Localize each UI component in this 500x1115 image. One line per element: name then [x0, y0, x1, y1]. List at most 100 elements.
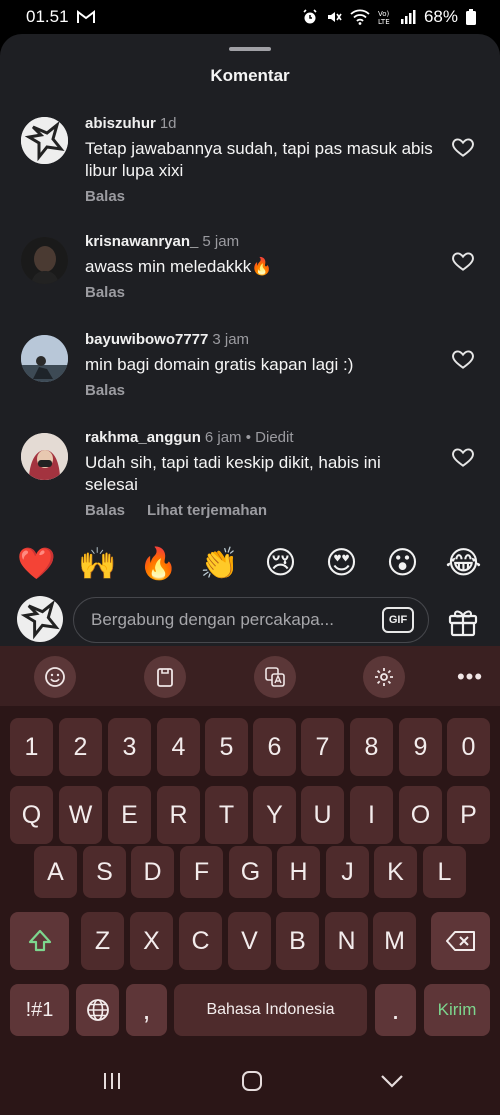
comma-key[interactable]: ,	[126, 984, 167, 1036]
key-r[interactable]: R	[157, 786, 200, 844]
comment-time: 1d	[159, 115, 177, 132]
avatar[interactable]	[21, 117, 68, 164]
avatar[interactable]	[21, 335, 68, 382]
key-q[interactable]: Q	[10, 786, 53, 844]
key-2[interactable]: 2	[59, 718, 102, 776]
reply-button[interactable]: Balas	[85, 382, 125, 399]
alarm-icon	[302, 9, 318, 25]
home-icon[interactable]	[232, 1068, 272, 1094]
reply-button[interactable]: Balas	[85, 188, 125, 205]
key-x[interactable]: X	[130, 912, 173, 970]
backspace-icon	[445, 931, 475, 951]
key-a[interactable]: A	[34, 846, 77, 898]
key-v[interactable]: V	[228, 912, 271, 970]
comment-time: 3 jam	[212, 331, 250, 348]
key-4[interactable]: 4	[157, 718, 200, 776]
period-key[interactable]: .	[375, 984, 416, 1036]
key-5[interactable]: 5	[205, 718, 248, 776]
language-key[interactable]	[76, 984, 119, 1036]
key-1[interactable]: 1	[10, 718, 53, 776]
emoji-icon[interactable]	[34, 656, 76, 698]
clipboard-icon[interactable]	[144, 656, 186, 698]
emoji-heart[interactable]: ❤️	[14, 545, 60, 582]
more-icon[interactable]: •••	[450, 656, 490, 698]
key-9[interactable]: 9	[399, 718, 442, 776]
my-avatar	[17, 596, 63, 642]
avatar[interactable]	[21, 433, 68, 480]
like-heart-icon[interactable]	[450, 346, 476, 372]
battery-percent: 68%	[423, 7, 458, 26]
key-s[interactable]: S	[83, 846, 126, 898]
volte-icon: Vo) LTE	[378, 8, 392, 26]
key-h[interactable]: H	[277, 846, 320, 898]
key-0[interactable]: 0	[447, 718, 490, 776]
comment-username[interactable]: krisnawanryan_	[85, 233, 198, 250]
battery-icon	[466, 9, 476, 25]
avatar[interactable]	[21, 237, 68, 284]
comment-text: Tetap jawabannya sudah, tapi pas masuk a…	[85, 139, 433, 180]
emoji-quick-bar: ❤️ 🙌 🔥 👏 😢 😍 😮 😂	[0, 534, 500, 592]
comment-input-placeholder[interactable]: Bergabung dengan percakapa...	[91, 610, 382, 630]
reply-button[interactable]: Balas	[85, 502, 125, 519]
key-k[interactable]: K	[374, 846, 417, 898]
symbols-key[interactable]: !#1	[10, 984, 69, 1036]
comment-text: Udah sih, tapi tadi keskip dikit, habis …	[85, 453, 381, 494]
emoji-surprised[interactable]: 😮	[380, 545, 426, 581]
emoji-crying[interactable]: 😢	[258, 545, 304, 581]
key-j[interactable]: J	[326, 846, 369, 898]
key-d[interactable]: D	[131, 846, 174, 898]
reply-button[interactable]: Balas	[85, 284, 125, 301]
shift-key[interactable]	[10, 912, 69, 970]
translate-icon[interactable]	[254, 656, 296, 698]
emoji-heart-eyes[interactable]: 😍	[319, 545, 365, 581]
comment-username[interactable]: bayuwibowo7777	[85, 331, 208, 348]
key-6[interactable]: 6	[253, 718, 296, 776]
key-l[interactable]: L	[423, 846, 466, 898]
emoji-fire[interactable]: 🔥	[136, 545, 182, 582]
gift-icon[interactable]	[446, 604, 480, 638]
key-p[interactable]: P	[447, 786, 490, 844]
key-7[interactable]: 7	[301, 718, 344, 776]
emoji-clap[interactable]: 👏	[197, 545, 243, 582]
key-i[interactable]: I	[350, 786, 393, 844]
gmail-icon	[76, 10, 95, 24]
comment-input[interactable]: Bergabung dengan percakapa... GIF	[73, 597, 429, 643]
key-w[interactable]: W	[59, 786, 102, 844]
key-y[interactable]: Y	[253, 786, 296, 844]
key-z[interactable]: Z	[81, 912, 124, 970]
comment-username[interactable]: abiszuhur	[85, 115, 156, 132]
space-key[interactable]: Bahasa Indonesia	[174, 984, 367, 1036]
backspace-key[interactable]	[431, 912, 490, 970]
key-e[interactable]: E	[108, 786, 151, 844]
key-n[interactable]: N	[325, 912, 368, 970]
key-3[interactable]: 3	[108, 718, 151, 776]
emoji-raised-hands[interactable]: 🙌	[75, 545, 121, 582]
key-b[interactable]: B	[276, 912, 319, 970]
see-translation-link[interactable]: Lihat terjemahan	[147, 502, 267, 519]
settings-icon[interactable]	[363, 656, 405, 698]
key-u[interactable]: U	[301, 786, 344, 844]
drag-handle[interactable]	[229, 47, 271, 51]
key-f[interactable]: F	[180, 846, 223, 898]
status-time: 01.51	[26, 7, 69, 26]
key-o[interactable]: O	[399, 786, 442, 844]
recent-apps-icon[interactable]	[92, 1068, 132, 1094]
comment-username[interactable]: rakhma_anggun	[85, 429, 201, 446]
key-g[interactable]: G	[229, 846, 272, 898]
like-heart-icon[interactable]	[450, 248, 476, 274]
edited-label: • Diedit	[245, 429, 294, 446]
key-c[interactable]: C	[179, 912, 222, 970]
key-8[interactable]: 8	[350, 718, 393, 776]
back-icon[interactable]	[372, 1068, 412, 1094]
comment-time: 6 jam	[204, 429, 242, 446]
like-heart-icon[interactable]	[450, 444, 476, 470]
send-key[interactable]: Kirim	[424, 984, 490, 1036]
mute-icon	[326, 9, 342, 25]
like-heart-icon[interactable]	[450, 134, 476, 160]
emoji-laughing[interactable]: 😂	[441, 545, 487, 581]
svg-text:Vo): Vo)	[378, 10, 390, 18]
gif-button[interactable]: GIF	[382, 607, 414, 633]
key-t[interactable]: T	[205, 786, 248, 844]
svg-text:LTE: LTE	[378, 18, 390, 26]
key-m[interactable]: M	[373, 912, 416, 970]
